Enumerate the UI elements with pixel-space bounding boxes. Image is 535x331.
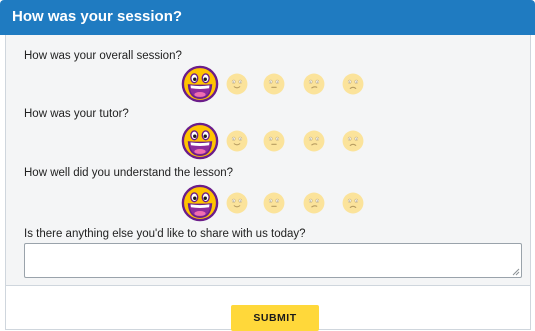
comment-textarea[interactable]	[24, 243, 522, 278]
comment-label: Is there anything else you'd like to sha…	[24, 228, 306, 240]
rating-very-sad-icon[interactable]	[342, 192, 364, 214]
feedback-dialog: How was your session? How was your overa…	[0, 0, 535, 331]
rating-very-happy-icon[interactable]	[181, 65, 219, 103]
dialog-header: How was your session?	[0, 0, 535, 35]
rating-happy-icon[interactable]	[226, 192, 248, 214]
rating-sad-icon[interactable]	[303, 192, 325, 214]
rating-sad-icon[interactable]	[303, 130, 325, 152]
question-label-tutor: How was your tutor?	[24, 108, 129, 120]
submit-button[interactable]: SUBMIT	[231, 305, 319, 331]
rating-very-happy-icon[interactable]	[181, 184, 219, 222]
rating-happy-icon[interactable]	[226, 73, 248, 95]
rating-very-happy-icon[interactable]	[181, 122, 219, 160]
resize-grip-icon[interactable]	[512, 268, 520, 276]
dialog-title: How was your session?	[12, 8, 183, 25]
question-label-overall: How was your overall session?	[24, 50, 182, 62]
rating-neutral-icon[interactable]	[263, 73, 285, 95]
rating-sad-icon[interactable]	[303, 73, 325, 95]
question-label-understanding: How well did you understand the lesson?	[24, 167, 234, 179]
rating-neutral-icon[interactable]	[263, 192, 285, 214]
rating-very-sad-icon[interactable]	[342, 130, 364, 152]
rating-neutral-icon[interactable]	[263, 130, 285, 152]
rating-happy-icon[interactable]	[226, 130, 248, 152]
rating-very-sad-icon[interactable]	[342, 73, 364, 95]
